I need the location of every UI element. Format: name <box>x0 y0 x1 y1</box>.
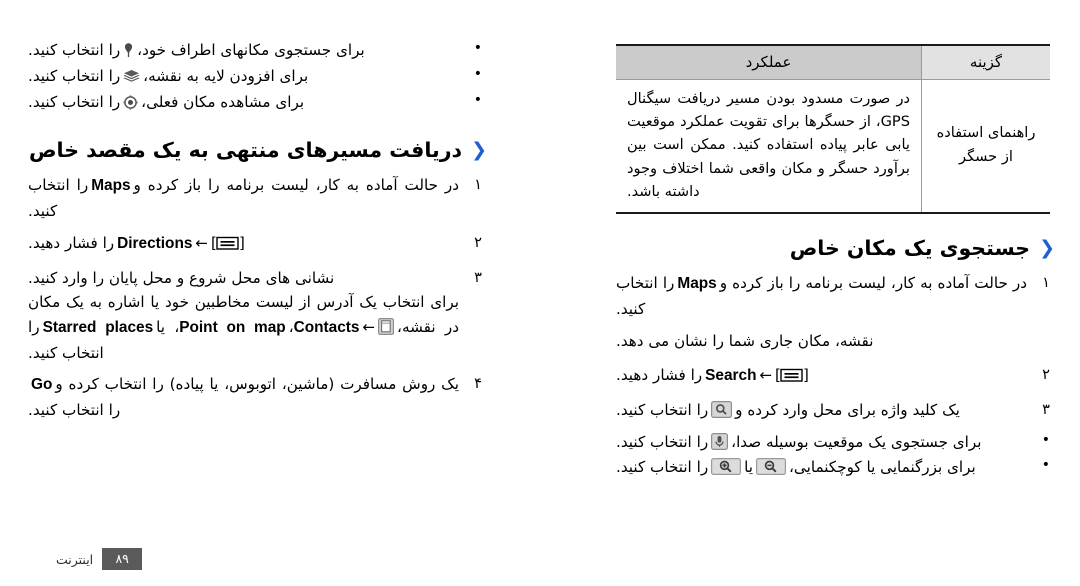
table-header-row: گزینه عملکرد <box>616 44 1050 80</box>
steps-search-place: ۱ در حالت آماده به کار، لیست برنامه را ب… <box>616 271 1050 422</box>
menu-key-icon: [ ] <box>211 234 245 259</box>
table-row: راهنمای استفاده از حسگر در صورت مسدود بو… <box>616 79 1050 215</box>
step-number: ۱ <box>474 176 482 194</box>
section-heading-search-place: ❮ جستجوی یک مکان خاص <box>616 236 1055 261</box>
step-number: ۱ <box>1042 274 1050 292</box>
step-text-before: در حالت آماده به کار، لیست برنامه را باز… <box>133 176 460 195</box>
svg-text:[: [ <box>211 235 217 251</box>
step-item: ۳ نشانی های محل شروع و محل پایان را وارد… <box>28 266 482 366</box>
list-item: برای جستجوی مکانهای اطراف خود، را انتخاب… <box>28 37 482 63</box>
step-item: ۱ در حالت آماده به کار، لیست برنامه را ب… <box>616 271 1050 322</box>
step-item: ۴ یک روش مسافرت (ماشین، اتوبوس، یا پیاده… <box>28 372 482 423</box>
step-number: ۳ <box>474 268 482 286</box>
bullet-text-before: برای افزودن لایه به نقشه، <box>143 66 309 85</box>
zoom-in-button-icon <box>711 458 742 476</box>
microphone-button-icon <box>711 432 729 450</box>
bullet-text-before: برای جستجوی یک موقعیت بوسیله صدا، <box>731 432 982 451</box>
bullets-map-controls: برای جستجوی مکانهای اطراف خود، را انتخاب… <box>28 37 482 115</box>
zoom-out-button-icon <box>756 458 787 476</box>
step-text-line1: نشانی های محل شروع و محل پایان را وارد ک… <box>28 268 335 287</box>
my-location-icon <box>123 94 138 110</box>
table-cell-function: در صورت مسدود بودن مسیر دریافت سیگنال GP… <box>616 79 922 215</box>
step-note: نقشه، مکان جاری شما را نشان می دهد. <box>616 329 1050 354</box>
step-text-before: در حالت آماده به کار، لیست برنامه را باز… <box>719 274 1028 293</box>
double-chevron-left-icon: ❮ <box>471 139 487 162</box>
page-footer: اینترنت ۸۹ <box>56 548 143 570</box>
left-column: برای جستجوی مکانهای اطراف خود، را انتخاب… <box>0 0 528 586</box>
search-button-icon <box>711 401 733 419</box>
options-table-head: گزینه عملکرد <box>616 44 1050 80</box>
step-arrow: ← <box>759 366 773 385</box>
step-arrow: ← <box>195 233 208 252</box>
bullet-text-before: برای بزرگنمایی یا کوچکنمایی، <box>789 458 976 477</box>
svg-text:]: ] <box>803 367 809 383</box>
right-column: گزینه عملکرد راهنمای استفاده از حسگر در … <box>580 0 1080 586</box>
manual-page: گزینه عملکرد راهنمای استفاده از حسگر در … <box>0 0 1080 586</box>
step-text-after: را انتخاب کنید. <box>28 176 89 221</box>
step-emphasis: Search <box>705 367 757 385</box>
svg-text:[: [ <box>775 367 781 383</box>
step-note-text: نقشه، مکان جاری شما را نشان می دهد. <box>616 331 874 350</box>
step-number: ۲ <box>1042 366 1050 384</box>
bullet-text-after: را انتخاب کنید. <box>616 432 709 451</box>
contacts-book-icon <box>378 317 395 335</box>
step-text-before: یک روش مسافرت (ماشین، اتوبوس، یا پیاده) … <box>55 375 459 394</box>
bullet-conjunction: یا <box>744 458 754 477</box>
step-emphasis-point-on-map: Point on map <box>179 318 286 336</box>
table-header-function: عملکرد <box>616 44 922 80</box>
step-item: ۱ در حالت آماده به کار، لیست برنامه را ب… <box>28 173 482 224</box>
step-text-before: یک کلید واژه برای محل وارد کرده و <box>735 401 960 420</box>
map-pin-icon <box>123 42 134 58</box>
options-table-body: راهنمای استفاده از حسگر در صورت مسدود بو… <box>616 79 1050 215</box>
step-number: ۲ <box>474 233 482 251</box>
step-item: ۲ [ ] ←Searchرا فشار دهید. <box>616 363 1050 391</box>
list-item: برای جستجوی یک موقعیت بوسیله صدا، را انت… <box>616 429 1050 455</box>
bullet-text-after: را انتخاب کنید. <box>28 41 121 59</box>
footer-section-label: اینترنت <box>56 551 94 567</box>
column-gutter <box>528 0 580 586</box>
list-item: برای افزودن لایه به نقشه، را انتخاب کنید… <box>28 63 482 89</box>
step-text-after: را انتخاب کنید. <box>616 401 709 420</box>
step-item: ۳ یک کلید واژه برای محل وارد کرده و را ا… <box>616 398 1050 423</box>
bullet-text-after: را انتخاب کنید. <box>616 458 709 477</box>
menu-key-icon: [ ] <box>775 366 809 391</box>
step-number: ۴ <box>474 375 482 393</box>
layers-icon <box>123 69 140 84</box>
footer-page-number: ۸۹ <box>102 548 143 570</box>
bullets-search-place: برای جستجوی یک موقعیت بوسیله صدا، را انت… <box>616 429 1050 481</box>
step-emphasis: Maps <box>677 275 717 293</box>
bullet-text-after: را انتخاب کنید. <box>28 66 121 85</box>
double-chevron-left-icon: ❮ <box>1039 237 1055 260</box>
step-text-after: را فشار دهید. <box>28 233 115 252</box>
bullet-text-before: برای مشاهده مکان فعلی، <box>141 92 305 111</box>
step-item: ۲ [ ] ←Directionsرا فشار دهید. <box>28 231 482 259</box>
step-arrow: ← <box>362 317 376 336</box>
svg-text:]: ] <box>239 235 245 251</box>
step-emphasis-starred-places: Starred places <box>42 318 154 336</box>
list-item: برای مشاهده مکان فعلی، را انتخاب کنید. <box>28 89 482 115</box>
step-text-after: را انتخاب کنید. <box>28 401 121 420</box>
table-header-option: گزینه <box>921 44 1050 80</box>
section-heading-directions: ❮ دریافت مسیرهای منتهی به یک مقصد خاص <box>28 138 487 163</box>
list-item: برای بزرگنمایی یا کوچکنمایی، یا <box>616 454 1050 480</box>
table-cell-option: راهنمای استفاده از حسگر <box>921 79 1050 215</box>
bullet-text-after: را انتخاب کنید. <box>28 92 121 111</box>
step-text-after: را انتخاب کنید. <box>616 274 675 319</box>
step-emphasis-contacts: Contacts <box>293 318 360 336</box>
section-title: دریافت مسیرهای منتهی به یک مقصد خاص <box>28 138 463 163</box>
section-title: جستجوی یک مکان خاص <box>789 236 1031 261</box>
step-emphasis: Go <box>31 376 53 394</box>
steps-directions: ۱ در حالت آماده به کار، لیست برنامه را ب… <box>28 173 482 423</box>
bullet-text-before: برای جستجوی مکانهای اطراف خود، <box>137 41 365 59</box>
step-emphasis: Maps <box>91 177 131 195</box>
step-emphasis: Directions <box>117 234 193 252</box>
step-text-after: را فشار دهید. <box>616 366 703 385</box>
step-separator: ، یا <box>156 317 180 336</box>
options-table: گزینه عملکرد راهنمای استفاده از حسگر در … <box>616 44 1050 215</box>
step-number: ۳ <box>1042 401 1050 419</box>
